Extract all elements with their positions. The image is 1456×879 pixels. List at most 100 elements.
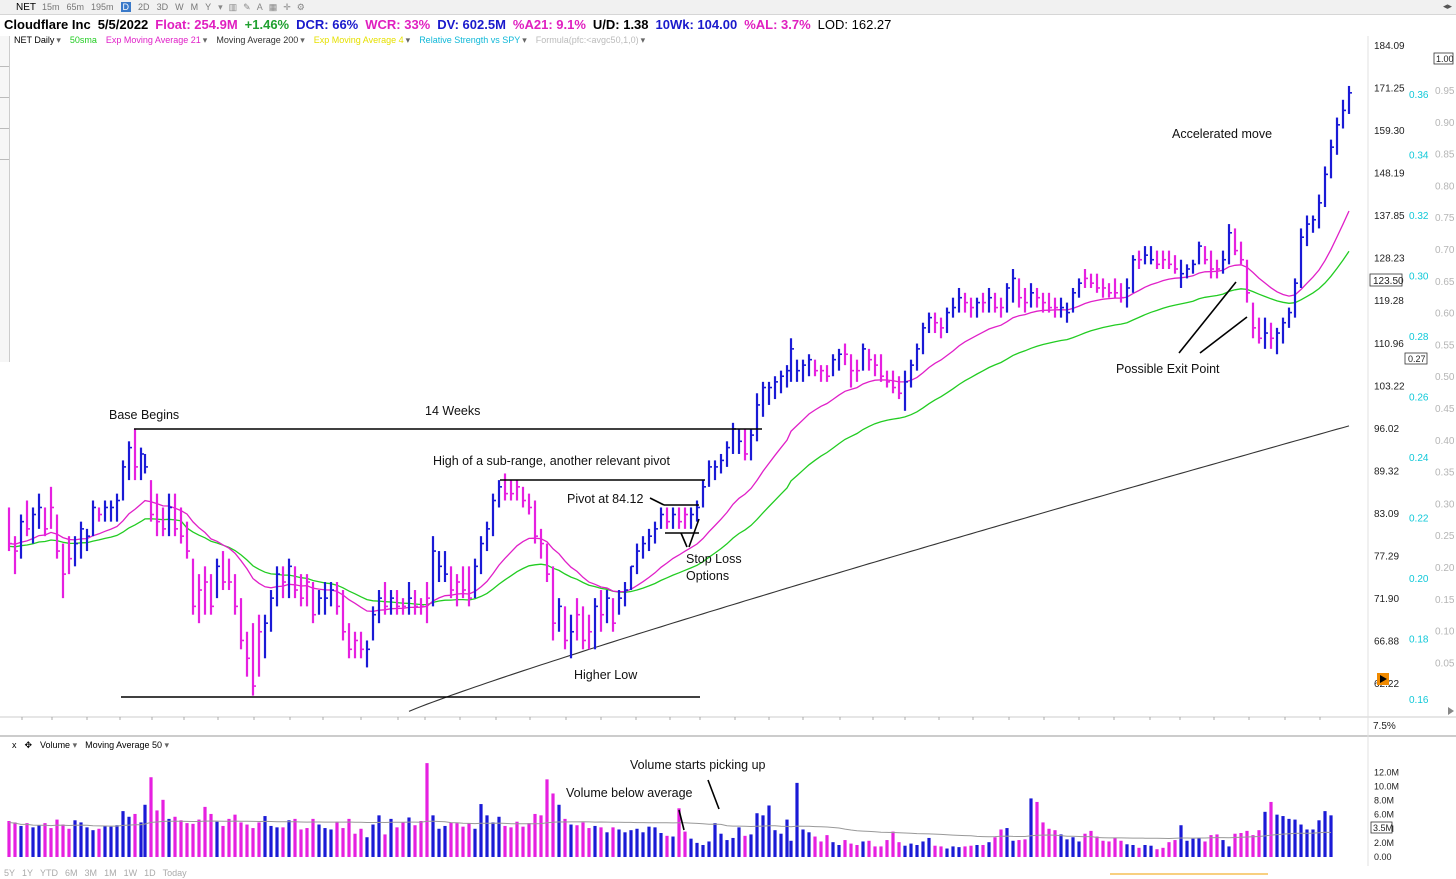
ema21-line <box>9 211 1349 611</box>
volume-bar <box>1131 845 1134 857</box>
volume-bar <box>945 849 948 857</box>
rs-tick-label: 0.32 <box>1409 211 1429 222</box>
volume-bar <box>263 816 266 857</box>
price-bar <box>27 501 30 537</box>
price-bar <box>75 536 78 566</box>
range-today[interactable]: Today <box>163 868 187 878</box>
volume-bar <box>389 819 392 857</box>
range-1w[interactable]: 1W <box>124 868 138 878</box>
price-bar <box>1025 288 1028 313</box>
price-bar <box>601 590 604 632</box>
volume-bar <box>1293 820 1296 857</box>
volume-bar <box>701 845 704 857</box>
exit-pointer-2 <box>1200 317 1247 353</box>
price-tick-label: 128.23 <box>1374 254 1405 265</box>
volume-bar <box>849 844 852 857</box>
volume-drag-icon[interactable]: ✥ <box>25 740 33 751</box>
volume-bar <box>611 827 614 857</box>
price-axis[interactable]: 184.09171.25159.30148.19137.85128.23119.… <box>1374 41 1405 690</box>
price-chart[interactable]: 184.09171.25159.30148.19137.85128.23119.… <box>0 0 1456 879</box>
volume-bar <box>31 827 34 857</box>
price-bar <box>1091 274 1094 288</box>
price-bar <box>211 574 214 615</box>
volume-bar <box>67 829 70 857</box>
volume-bar <box>377 815 380 857</box>
price-bar <box>1301 228 1304 288</box>
price-bar <box>63 544 66 599</box>
price-bar <box>583 606 586 649</box>
volume-bar <box>215 822 218 857</box>
price-bar <box>1205 246 1208 264</box>
volume-bar <box>91 830 94 857</box>
price-bar <box>739 429 742 454</box>
price-bar <box>205 566 208 614</box>
price-bar <box>1013 269 1016 303</box>
secondary-tick-label: 0.75 <box>1435 213 1455 224</box>
price-bar <box>631 566 634 590</box>
volume-bar <box>317 825 320 857</box>
volume-bar <box>599 827 602 857</box>
volume-bar <box>897 842 900 857</box>
volume-bar <box>221 826 224 857</box>
price-bar <box>607 590 610 623</box>
volume-bar <box>755 813 758 857</box>
volume-bar <box>1149 846 1152 857</box>
range-ytd[interactable]: YTD <box>40 868 58 878</box>
price-bar <box>935 313 938 333</box>
volume-bar <box>167 819 170 857</box>
price-bar <box>523 487 526 508</box>
price-bar <box>1127 278 1130 307</box>
volume-bar <box>767 805 770 857</box>
price-bar <box>181 507 184 543</box>
volume-bar <box>671 837 674 857</box>
annotation-higher-low: Higher Low <box>574 668 638 682</box>
price-bar <box>965 293 968 313</box>
close-volume-icon[interactable]: x <box>12 740 17 751</box>
volume-bar <box>933 846 936 857</box>
price-bar <box>1073 288 1076 313</box>
range-1d[interactable]: 1D <box>144 868 156 878</box>
price-bar <box>129 441 132 480</box>
secondary-tick-label: 0.60 <box>1435 309 1455 320</box>
price-bar <box>1349 86 1352 114</box>
volume-bar <box>371 825 374 857</box>
scroll-arrow-icon[interactable] <box>1448 707 1454 715</box>
price-bar <box>751 429 754 460</box>
volume-bar <box>43 823 46 857</box>
exit-pointer-1 <box>1179 282 1236 353</box>
range-1y[interactable]: 1Y <box>22 868 33 878</box>
volume-bar <box>999 829 1002 857</box>
range-3m[interactable]: 3M <box>85 868 98 878</box>
volume-bar <box>479 804 482 857</box>
price-bar <box>803 360 806 382</box>
volume-axis[interactable]: 12.0M10.0M8.0M6.0M4.0M2.0M0.00 <box>1374 767 1399 862</box>
volume-bar <box>545 779 548 857</box>
volume-bar <box>109 827 112 857</box>
range-5y[interactable]: 5Y <box>4 868 15 878</box>
range-6m[interactable]: 6M <box>65 868 78 878</box>
price-bar <box>685 507 688 528</box>
volume-bar <box>1119 841 1122 857</box>
volume-bar <box>1197 838 1200 857</box>
price-bar <box>271 590 274 632</box>
price-bar <box>283 566 286 598</box>
volume-bar <box>329 829 332 857</box>
price-bar <box>505 473 508 500</box>
range-1m[interactable]: 1M <box>104 868 117 878</box>
price-bar <box>845 344 848 366</box>
legend-volume[interactable]: Volume ▾ <box>40 740 77 751</box>
volume-bar <box>521 827 524 857</box>
legend-vol-ma[interactable]: Moving Average 50 ▾ <box>85 740 169 751</box>
secondary-tick-label: 0.10 <box>1435 627 1455 638</box>
annotation-base-begins: Base Begins <box>109 408 179 422</box>
volume-bar <box>1287 819 1290 857</box>
price-tick-label: 171.25 <box>1374 84 1405 95</box>
price-bar <box>325 582 328 615</box>
volume-bar <box>623 832 626 857</box>
volume-bar <box>927 838 930 857</box>
price-bar <box>553 566 556 640</box>
price-bar <box>763 382 766 417</box>
price-bar <box>517 480 520 500</box>
secondary-tick-label: 0.70 <box>1435 245 1455 256</box>
price-tick-label: 103.22 <box>1374 381 1405 392</box>
